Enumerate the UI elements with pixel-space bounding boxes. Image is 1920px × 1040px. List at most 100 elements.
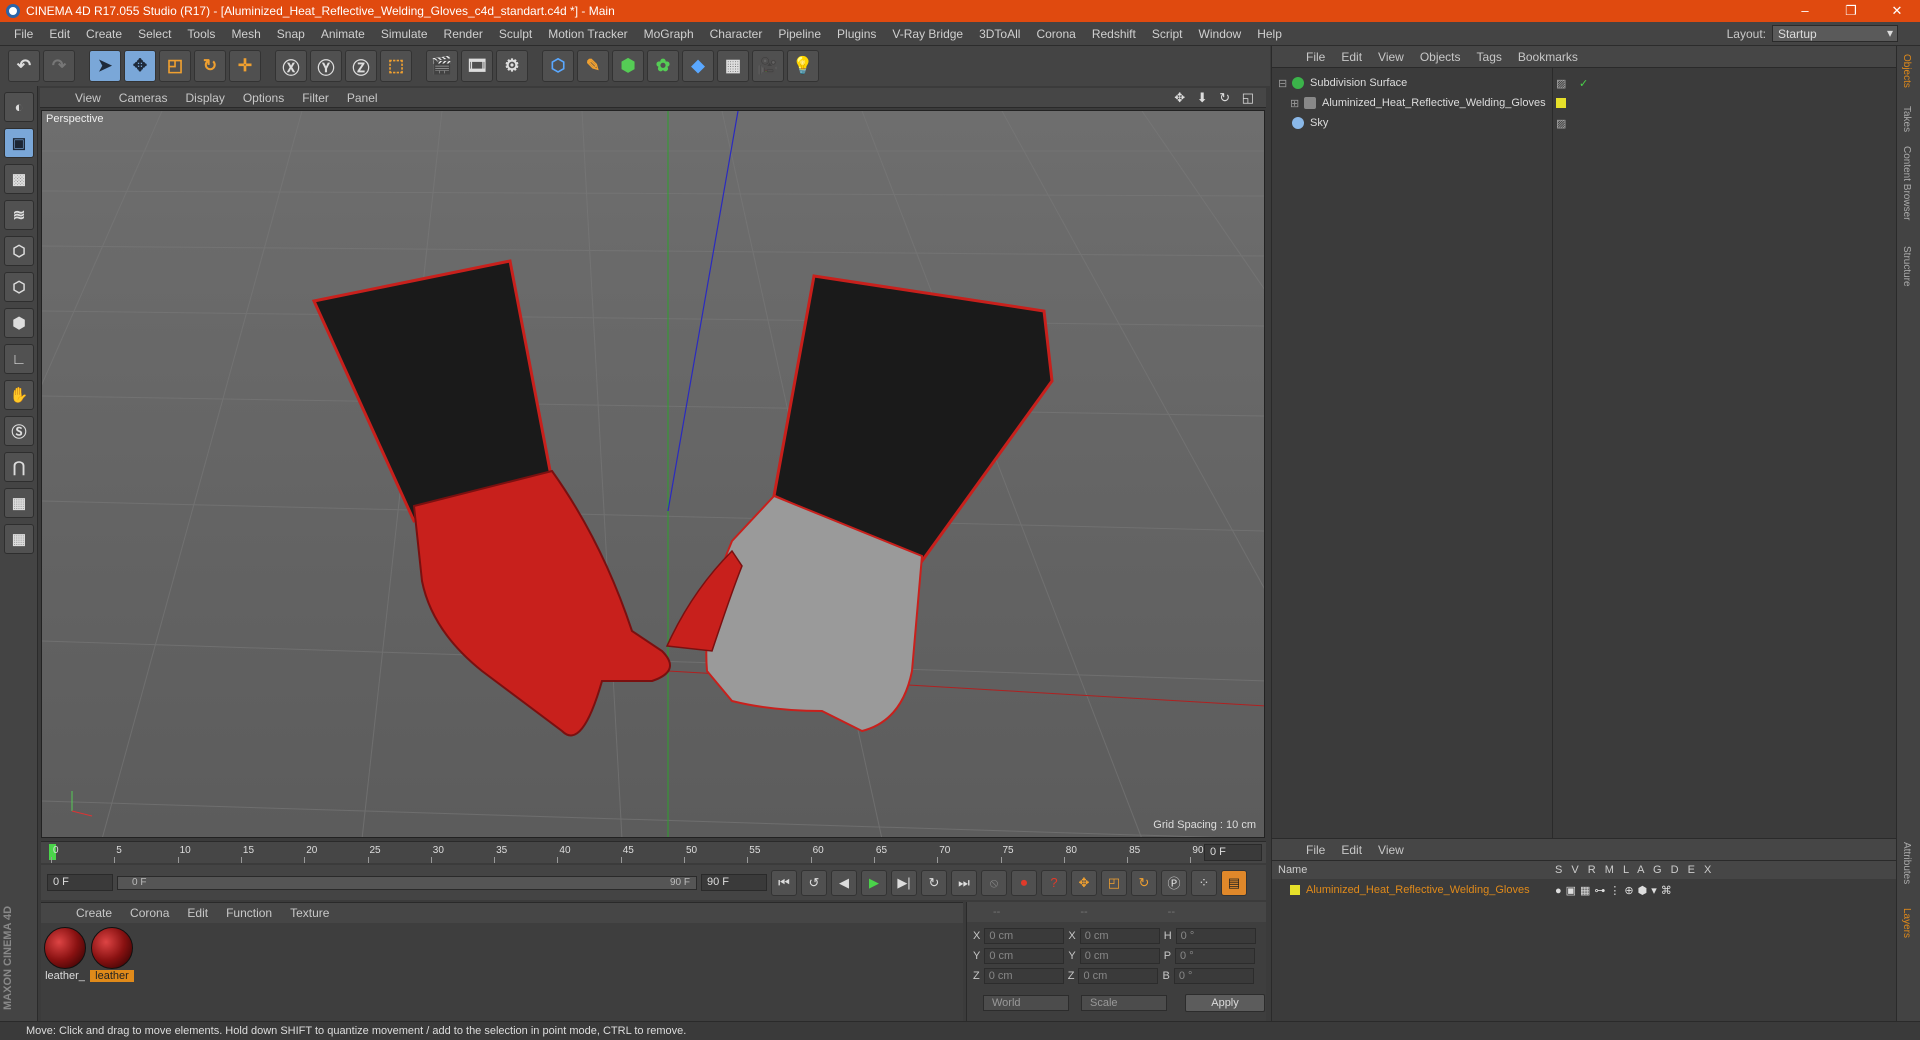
grid-snap-icon[interactable]: ▦ xyxy=(4,524,34,554)
material-menu-corona[interactable]: Corona xyxy=(121,906,178,920)
polygons-mode-icon[interactable]: ⬢ xyxy=(4,308,34,338)
camera-icon[interactable]: 🎥 xyxy=(752,50,784,82)
go-to-end-icon[interactable]: ⏭ xyxy=(951,869,977,896)
menu-help[interactable]: Help xyxy=(1249,27,1290,41)
menu-v-ray-bridge[interactable]: V-Ray Bridge xyxy=(884,27,971,41)
object-menu-objects[interactable]: Objects xyxy=(1412,50,1469,64)
expand-icon[interactable]: ⊞ xyxy=(1290,97,1304,110)
rotation-b-field[interactable]: 0 ° xyxy=(1173,968,1254,984)
size-z-field[interactable]: 0 cm xyxy=(1078,968,1159,984)
tab-layers[interactable]: Layers xyxy=(1901,908,1912,938)
object-menu-file[interactable]: File xyxy=(1298,50,1333,64)
enabled-check-icon[interactable]: ✓ xyxy=(1579,77,1588,90)
key-rotation-icon[interactable]: ↻ xyxy=(1131,869,1157,896)
object-row[interactable]: ⊟ Subdivision Surface ▨ ✓ xyxy=(1272,74,1897,92)
undo-icon[interactable]: ↶ xyxy=(8,50,40,82)
transform-tool-icon[interactable]: ✛ xyxy=(229,50,261,82)
render-picture-viewer-icon[interactable]: 🎞 xyxy=(461,50,493,82)
timeline-end-field[interactable]: 0 F xyxy=(1204,844,1262,861)
layer-row[interactable]: Aluminized_Heat_Reflective_Welding_Glove… xyxy=(1272,881,1897,899)
mograph-cloner-icon[interactable]: ✿ xyxy=(647,50,679,82)
record-icon[interactable]: ⏺ xyxy=(1011,869,1037,896)
play-backwards-icon[interactable]: ◀ xyxy=(831,869,857,896)
deformer-icon[interactable]: ◆ xyxy=(682,50,714,82)
points-mode-icon[interactable]: ⬡ xyxy=(4,236,34,266)
visibility-icon[interactable]: ▨ xyxy=(1556,77,1566,90)
position-y-field[interactable]: 0 cm xyxy=(984,948,1065,964)
render-view-icon[interactable]: 🎬 xyxy=(426,50,458,82)
size-x-field[interactable]: 0 cm xyxy=(1079,928,1160,944)
menu-pipeline[interactable]: Pipeline xyxy=(770,27,829,41)
menu-render[interactable]: Render xyxy=(436,27,491,41)
object-menu-bookmarks[interactable]: Bookmarks xyxy=(1510,50,1586,64)
menu-window[interactable]: Window xyxy=(1191,27,1250,41)
collapse-icon[interactable]: ⊟ xyxy=(1278,77,1292,90)
layer-menu-view[interactable]: View xyxy=(1370,843,1412,857)
tab-takes[interactable]: Takes xyxy=(1901,106,1912,132)
material-slot[interactable]: leather_ xyxy=(43,927,87,982)
max-frame-field[interactable]: 90 F xyxy=(701,874,767,891)
viewport-menu-filter[interactable]: Filter xyxy=(293,91,338,105)
menu-file[interactable]: File xyxy=(6,27,41,41)
z-axis-lock-icon[interactable]: Ⓩ xyxy=(345,50,377,82)
layer-menu-file[interactable]: File xyxy=(1298,843,1333,857)
texture-mode-icon[interactable]: ▩ xyxy=(4,164,34,194)
viewport-nav-icons[interactable]: ✥ ⬇ ↻ ◱ xyxy=(1174,90,1258,106)
subdivision-icon[interactable]: ⬢ xyxy=(612,50,644,82)
menu-3dtoall[interactable]: 3DToAll xyxy=(971,27,1028,41)
apply-button[interactable]: Apply xyxy=(1185,994,1265,1012)
tab-objects[interactable]: Objects xyxy=(1901,54,1912,88)
visibility-icon[interactable]: ▨ xyxy=(1556,117,1566,130)
menu-script[interactable]: Script xyxy=(1144,27,1191,41)
menu-corona[interactable]: Corona xyxy=(1028,27,1083,41)
material-menu-texture[interactable]: Texture xyxy=(281,906,338,920)
key-pla-icon[interactable]: ⁘ xyxy=(1191,869,1217,896)
tab-attributes[interactable]: Attributes xyxy=(1901,842,1912,884)
key-position-icon[interactable]: ✥ xyxy=(1071,869,1097,896)
minimize-button[interactable]: – xyxy=(1782,0,1828,22)
menu-mesh[interactable]: Mesh xyxy=(223,27,268,41)
viewport-menu-cameras[interactable]: Cameras xyxy=(110,91,177,105)
keyframe-selection-icon[interactable]: ⦸ xyxy=(981,869,1007,896)
workplane-lock-icon[interactable]: ▦ xyxy=(4,488,34,518)
key-scale-icon[interactable]: ◰ xyxy=(1101,869,1127,896)
move-tool-icon[interactable]: ✥ xyxy=(124,50,156,82)
menu-character[interactable]: Character xyxy=(702,27,771,41)
timeline-ruler[interactable]: 0 F 0 5 10 15 20 25 30 35 40 45 50 55 60 65 70 75 80 85 90 xyxy=(41,841,1266,863)
viewport-menu-options[interactable]: Options xyxy=(234,91,293,105)
key-param-icon[interactable]: Ⓟ xyxy=(1161,869,1187,896)
material-menu-create[interactable]: Create xyxy=(67,906,121,920)
position-z-field[interactable]: 0 cm xyxy=(983,968,1064,984)
timeline-window-icon[interactable]: ▤ xyxy=(1221,869,1247,896)
menu-tools[interactable]: Tools xyxy=(179,27,223,41)
menu-simulate[interactable]: Simulate xyxy=(373,27,436,41)
play-icon[interactable]: ▶ xyxy=(861,869,887,896)
prev-key-icon[interactable]: ↺ xyxy=(801,869,827,896)
x-axis-lock-icon[interactable]: Ⓧ xyxy=(275,50,307,82)
pen-spline-icon[interactable]: ✎ xyxy=(577,50,609,82)
object-row[interactable]: ⊞ Aluminized_Heat_Reflective_Welding_Glo… xyxy=(1272,94,1897,112)
menu-animate[interactable]: Animate xyxy=(313,27,373,41)
menu-mograph[interactable]: MoGraph xyxy=(636,27,702,41)
material-menu-function[interactable]: Function xyxy=(217,906,281,920)
cube-object-icon[interactable]: ⬡ xyxy=(542,50,574,82)
light-bulb-icon[interactable]: 💡 xyxy=(787,50,819,82)
current-frame-field[interactable]: 0 F xyxy=(47,874,113,891)
menu-select[interactable]: Select xyxy=(130,27,179,41)
make-editable-icon[interactable]: ◐ xyxy=(4,92,34,122)
workplane-icon[interactable]: ≋ xyxy=(4,200,34,230)
rotation-h-field[interactable]: 0 ° xyxy=(1175,928,1256,944)
object-menu-view[interactable]: View xyxy=(1370,50,1412,64)
layout-dropdown[interactable]: Startup xyxy=(1772,25,1898,42)
render-settings-icon[interactable]: ⚙ xyxy=(496,50,528,82)
tweak-mode-icon[interactable]: ✋ xyxy=(4,380,34,410)
material-menu-edit[interactable]: Edit xyxy=(178,906,217,920)
tab-content-browser[interactable]: Content Browser xyxy=(1901,146,1912,220)
scale-dropdown[interactable]: Scale xyxy=(1081,995,1167,1011)
rotation-p-field[interactable]: 0 ° xyxy=(1175,948,1256,964)
menu-sculpt[interactable]: Sculpt xyxy=(491,27,540,41)
frame-range-slider[interactable]: 0 F 90 F xyxy=(117,875,697,890)
model-mode-icon[interactable]: ▣ xyxy=(4,128,34,158)
position-x-field[interactable]: 0 cm xyxy=(984,928,1065,944)
y-axis-lock-icon[interactable]: Ⓨ xyxy=(310,50,342,82)
